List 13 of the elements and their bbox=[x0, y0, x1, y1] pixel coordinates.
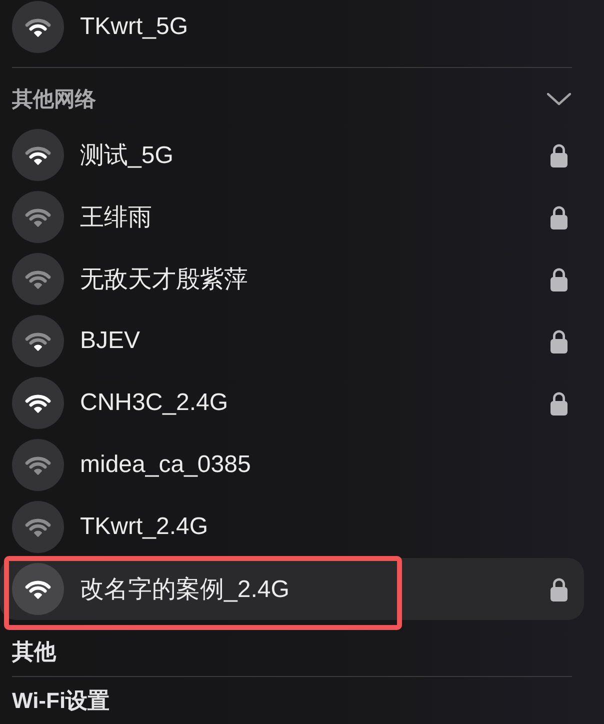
network-item[interactable]: midea_ca_0385 bbox=[0, 434, 584, 496]
menu-item[interactable]: Wi-Fi设置 bbox=[0, 683, 122, 719]
chevron-down-icon[interactable] bbox=[546, 92, 572, 106]
network-item[interactable]: 无敌天才殷紫萍 bbox=[0, 248, 584, 310]
network-item[interactable]: TKwrt_5G bbox=[0, 0, 584, 54]
network-item[interactable]: 测试_5G bbox=[0, 124, 584, 186]
network-item[interactable]: 王绯雨 bbox=[0, 186, 584, 248]
network-item[interactable]: CNH3C_2.4G bbox=[0, 372, 584, 434]
network-item[interactable]: BJEV bbox=[0, 310, 584, 372]
network-item[interactable]: TKwrt_2.4G bbox=[0, 496, 584, 558]
section-title: 其他网络 bbox=[12, 87, 96, 113]
menu-item[interactable]: 其他 bbox=[0, 634, 68, 670]
network-item[interactable]: 改名字的案例_2.4G bbox=[0, 558, 584, 620]
